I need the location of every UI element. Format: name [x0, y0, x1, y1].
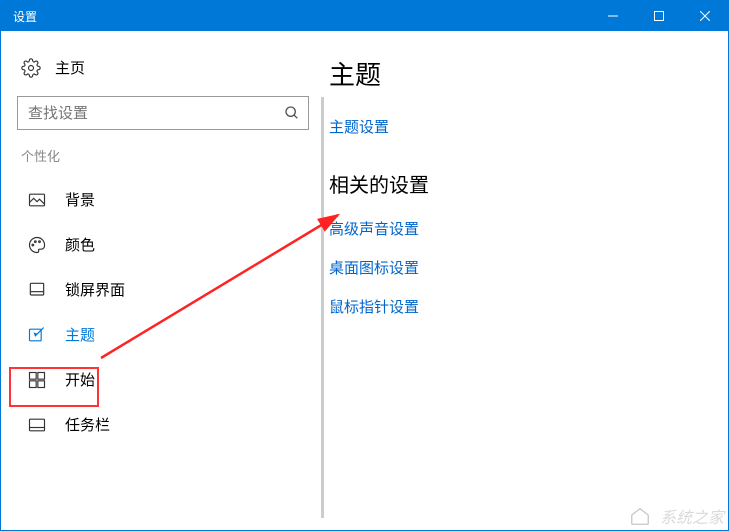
sidebar-item-label: 背景 — [65, 189, 95, 210]
titlebar: 设置 — [1, 1, 728, 31]
taskbar-icon — [27, 415, 47, 435]
main-pane: 主题 主题设置 相关的设置 高级声音设置 桌面图标设置 鼠标指针设置 — [321, 31, 728, 530]
sidebar-item-label: 颜色 — [65, 234, 95, 255]
sidebar-item-label: 开始 — [65, 369, 95, 390]
related-heading: 相关的设置 — [329, 169, 712, 198]
sidebar-item-background[interactable]: 背景 — [17, 177, 317, 222]
divider — [321, 97, 324, 518]
related-link-sound[interactable]: 高级声音设置 — [329, 212, 712, 245]
maximize-button[interactable] — [636, 1, 682, 31]
sidebar-item-label: 任务栏 — [65, 414, 110, 435]
window-controls — [590, 1, 728, 31]
related-link-mouse-pointer[interactable]: 鼠标指针设置 — [329, 290, 712, 323]
sidebar-item-start[interactable]: 开始 — [17, 357, 317, 402]
sidebar-item-label: 主题 — [65, 324, 95, 345]
page-heading: 主题 — [329, 55, 712, 92]
sidebar-item-label: 锁屏界面 — [65, 279, 125, 300]
home-label: 主页 — [55, 57, 85, 78]
sidebar-item-colors[interactable]: 颜色 — [17, 222, 317, 267]
content: 主页 个性化 背景 颜色 — [1, 31, 728, 530]
palette-icon — [27, 235, 47, 255]
section-label: 个性化 — [17, 140, 317, 177]
start-icon — [27, 370, 47, 390]
search-box[interactable] — [17, 96, 309, 130]
theme-icon — [27, 325, 47, 345]
sidebar-item-themes[interactable]: 主题 — [17, 312, 317, 357]
close-button[interactable] — [682, 1, 728, 31]
home-button[interactable]: 主页 — [17, 47, 317, 88]
sidebar-item-lockscreen[interactable]: 锁屏界面 — [17, 267, 317, 312]
settings-window: 设置 主页 — [0, 0, 729, 531]
sidebar: 主页 个性化 背景 颜色 — [1, 31, 321, 530]
gear-icon — [21, 58, 41, 78]
image-icon — [27, 190, 47, 210]
sidebar-item-taskbar[interactable]: 任务栏 — [17, 402, 317, 447]
watermark: 系统之家 — [626, 504, 724, 528]
related-link-desktop-icons[interactable]: 桌面图标设置 — [329, 251, 712, 284]
lockscreen-icon — [27, 280, 47, 300]
search-input[interactable] — [28, 105, 284, 122]
minimize-button[interactable] — [590, 1, 636, 31]
search-icon — [284, 105, 300, 121]
watermark-text: 系统之家 — [660, 504, 724, 528]
window-title: 设置 — [13, 8, 590, 25]
theme-settings-link[interactable]: 主题设置 — [329, 110, 712, 143]
